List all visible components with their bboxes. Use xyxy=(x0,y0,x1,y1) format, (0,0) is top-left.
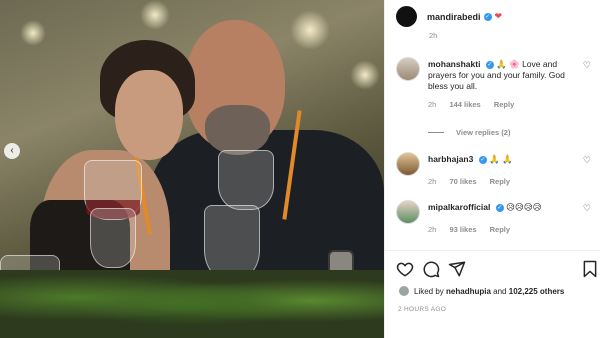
comment-likes[interactable]: 144 likes xyxy=(449,100,480,109)
bookmark-icon[interactable] xyxy=(581,260,599,278)
wine-glass xyxy=(90,208,136,268)
water-glass xyxy=(204,205,260,280)
verified-icon: ✓ xyxy=(495,203,504,212)
man-beard xyxy=(205,105,270,155)
heart-icon[interactable] xyxy=(396,260,414,278)
post-time-ago[interactable]: 2 HOURS AGO xyxy=(398,306,446,313)
liked-by: Liked by nehadhupia and 102,225 others xyxy=(398,285,564,297)
verified-icon: ✓ xyxy=(485,60,494,69)
comment-time: 2h xyxy=(428,100,437,109)
post-sidebar: mandirabedi ✓ ❤ 2h mohanshakti ✓ 🙏 🌸 Lov… xyxy=(384,0,600,338)
bokeh-light xyxy=(350,60,380,90)
heart-icon[interactable]: ♡ xyxy=(583,60,591,71)
comment-body: mipalkarofficial ✓ 😥😥😥😥 2h 93 likes Repl… xyxy=(428,202,578,235)
divider-line xyxy=(428,132,444,133)
action-bar xyxy=(385,250,600,286)
comment-meta: 2h 93 likes Reply xyxy=(428,224,578,235)
view-replies-label: View replies (2) xyxy=(456,128,511,137)
reply-button[interactable]: Reply xyxy=(494,100,514,109)
reply-button[interactable]: Reply xyxy=(490,225,510,234)
bokeh-light xyxy=(290,10,330,50)
post-time: 2h xyxy=(429,31,438,40)
comment-icon[interactable] xyxy=(422,260,440,278)
comment-likes[interactable]: 93 likes xyxy=(449,225,476,234)
send-icon[interactable] xyxy=(448,260,466,278)
verified-icon: ✓ xyxy=(478,155,487,164)
woman-face xyxy=(115,70,183,160)
bokeh-light xyxy=(20,20,46,46)
reply-button[interactable]: Reply xyxy=(490,177,510,186)
comment-username[interactable]: mohanshakti xyxy=(428,59,480,69)
verified-icon: ✓ xyxy=(483,12,492,21)
table-greenery xyxy=(0,270,384,338)
liked-by-count[interactable]: 102,225 others xyxy=(509,287,565,296)
commenter-avatar[interactable] xyxy=(396,57,420,81)
comment-time: 2h xyxy=(428,177,437,186)
post-photo[interactable]: ‹ xyxy=(0,0,384,338)
comment-likes[interactable]: 70 likes xyxy=(449,177,476,186)
commenter-avatar[interactable] xyxy=(396,152,420,176)
liked-by-user[interactable]: nehadhupia xyxy=(446,287,491,296)
comment-username[interactable]: harbhajan3 xyxy=(428,154,473,164)
comment-body: mohanshakti ✓ 🙏 🌸 Love and prayers for y… xyxy=(428,59,578,110)
commenter-avatar[interactable] xyxy=(396,200,420,224)
comment-text: 🙏 🙏 xyxy=(489,154,513,164)
liked-by-prefix: Liked by xyxy=(414,286,444,296)
liked-by-conj: and xyxy=(493,286,507,296)
heart-icon[interactable]: ♡ xyxy=(583,203,591,214)
wine-glass xyxy=(218,150,274,210)
comment-time: 2h xyxy=(428,225,437,234)
author-username[interactable]: mandirabedi xyxy=(427,12,481,22)
bokeh-light xyxy=(140,0,170,30)
comment-text: 😥😥😥😥 xyxy=(506,202,542,212)
heart-emoji: ❤ xyxy=(494,11,503,21)
comment-username[interactable]: mipalkarofficial xyxy=(428,202,490,212)
heart-icon[interactable]: ♡ xyxy=(583,155,591,166)
liker-avatar[interactable] xyxy=(398,285,410,297)
comment-body: harbhajan3 ✓ 🙏 🙏 2h 70 likes Reply xyxy=(428,154,578,187)
comment-meta: 2h 70 likes Reply xyxy=(428,176,578,187)
author-avatar[interactable] xyxy=(396,6,417,27)
view-replies-button[interactable]: View replies (2) xyxy=(428,128,510,137)
post-header: mandirabedi ✓ ❤ xyxy=(385,0,600,33)
comment-meta: 2h 144 likes Reply xyxy=(428,99,578,110)
chevron-left-icon[interactable]: ‹ xyxy=(4,143,20,159)
